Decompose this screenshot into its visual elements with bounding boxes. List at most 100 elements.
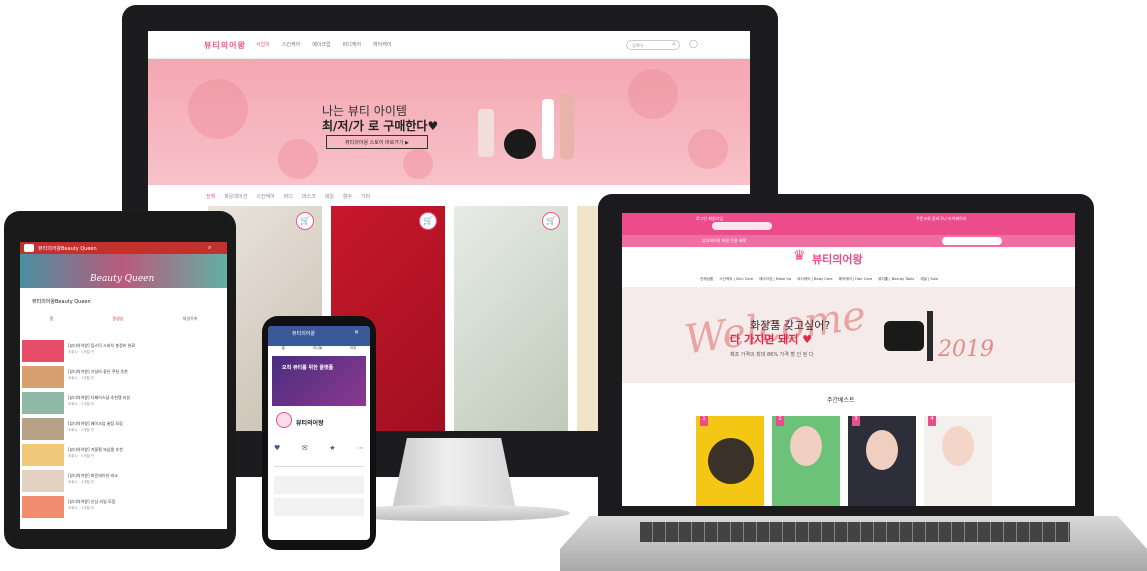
category-tab[interactable]: 네일 <box>325 193 334 200</box>
category-tab[interactable]: 바디 <box>284 193 293 200</box>
menu-item[interactable]: 세일 | Sale <box>920 277 938 282</box>
youtube-logo-icon[interactable] <box>24 244 34 252</box>
rank-badge: 2 <box>776 416 784 426</box>
laptop-topbar: 로그인 회원가입 주문조회 장바구니 마이페이지 <box>622 213 1075 235</box>
hero-banner: 나는 뷰티 아이템 최/저/가 로 구매한다♥ 뷰티의어왕 스토어 바로가기 ▶ <box>148 59 750 185</box>
site-logo[interactable]: 뷰티의어왕 <box>204 40 246 51</box>
video-title[interactable]: [뷰티의어왕] 신상 리뷰 모음 <box>68 499 115 505</box>
store-link-button[interactable]: 뷰티의어왕 스토어 바로가기 ▶ <box>326 135 428 149</box>
video-row[interactable]: [뷰티의어왕] 신상 리뷰 모음 조회수 · 4개월 전 <box>22 496 225 518</box>
promo-pill[interactable] <box>712 222 772 230</box>
video-title[interactable]: [뷰티의어왕] 더페이스샵 추천템 리뷰 <box>68 395 130 401</box>
video-thumbnail[interactable] <box>22 366 64 388</box>
search-icon[interactable]: ⌕ <box>672 40 676 49</box>
account-links[interactable]: 주문조회 장바구니 마이페이지 <box>916 216 966 222</box>
facebook-header: 뷰티의어왕 ✕ <box>268 326 370 346</box>
video-thumbnail[interactable] <box>22 340 64 362</box>
product-card[interactable]: 🛒 <box>454 206 568 431</box>
menu-item[interactable]: 바디케어 <box>343 41 361 48</box>
video-title[interactable]: [뷰티의어왕] 가성비 좋은 쿠션 추천 <box>68 369 128 375</box>
mascara-product <box>927 311 933 361</box>
menu-item[interactable]: 뷰티툴 | Beauty Tools <box>878 277 914 282</box>
cushion-compact <box>504 129 536 159</box>
video-row[interactable]: [뷰티의어왕] 더페이스샵 추천템 리뷰 조회수 · 2개월 전 <box>22 392 225 414</box>
menu-item[interactable]: 사업자 <box>256 41 270 48</box>
cart-icon[interactable]: 🛒 <box>296 212 314 230</box>
menu-item[interactable]: 헤어케어 | Hair Care <box>839 277 873 282</box>
decor-circle <box>188 79 248 139</box>
video-title[interactable]: [뷰티의어왕] 메이크업 꿀팁 모음 <box>68 421 123 427</box>
video-row[interactable]: [뷰티의어왕] 메이크업 꿀팁 모음 조회수 · 2개월 전 <box>22 418 225 440</box>
video-thumbnail[interactable] <box>22 444 64 466</box>
video-meta: 조회수 · 3개월 전 <box>68 480 94 484</box>
menu-item[interactable]: 헤어케어 <box>373 41 391 48</box>
category-tab[interactable]: 기타 <box>361 193 370 200</box>
video-thumbnail[interactable] <box>22 392 64 414</box>
tab-home[interactable]: 홈 <box>282 346 285 354</box>
cover-image: 오직 뷰티를 위한 플랫폼 <box>272 356 366 406</box>
welcome-banner: Welcome 화장품 갖고싶어? 다 가지면 돼지 ♥ 제조 가격의 최대 8… <box>622 287 1075 383</box>
category-tab[interactable]: 마스크 <box>302 193 316 200</box>
post-preview[interactable] <box>274 476 364 494</box>
search-input[interactable] <box>942 237 1002 245</box>
video-row[interactable]: [뷰티의어왕] 가성비 좋은 쿠션 추천 조회수 · 1개월 전 <box>22 366 225 388</box>
video-row[interactable]: [뷰티의어왕] 파운데이션 비교 조회수 · 3개월 전 <box>22 470 225 492</box>
like-icon[interactable]: ♥ <box>274 444 280 452</box>
banner-title: Beauty Queen <box>90 274 155 284</box>
menu-item[interactable]: 스킨케어 <box>282 41 300 48</box>
star-icon[interactable]: ★ <box>329 444 335 452</box>
video-title[interactable]: [뷰티의어왕] 립스틱 스와치 총정리 완료 <box>68 343 135 349</box>
laptop-menu: 전체상품 스킨케어 | Skin Care 메이크업 | Make Up 바디케… <box>700 277 938 282</box>
best-product-card[interactable]: 3 <box>848 416 916 506</box>
video-meta: 조회수 · 2개월 전 <box>68 402 94 406</box>
menu-item[interactable]: 메이크업 | Make Up <box>759 277 791 282</box>
menu-item[interactable]: 메이크업 <box>312 41 330 48</box>
tab-videos[interactable]: 동영상 <box>112 316 123 324</box>
facebook-page: 뷰티의어왕 ✕ 홈 게시물 리뷰 오직 뷰티를 위한 플랫폼 뷰티의어왕 ♥ ✉… <box>268 326 370 540</box>
close-icon[interactable]: ✕ <box>354 329 359 336</box>
category-tab[interactable]: 향수 <box>343 193 352 200</box>
page-title: 뷰티의어왕 <box>292 331 316 337</box>
banner-caption: 제조 가격의 최대 86% 가격 할 인 된 다 <box>730 352 814 358</box>
best-product-card[interactable]: 1 <box>696 416 764 506</box>
user-icon[interactable]: ◯ <box>689 39 698 48</box>
video-thumbnail[interactable] <box>22 470 64 492</box>
model-face <box>866 430 898 470</box>
tab-playlists[interactable]: 재생목록 <box>183 316 198 324</box>
cover-text: 오직 뷰티를 위한 플랫폼 <box>282 365 334 371</box>
more-icon[interactable]: ⋯ <box>357 444 364 452</box>
avatar[interactable] <box>276 412 292 428</box>
menu-item[interactable]: 바디케어 | Body Care <box>797 277 832 282</box>
cart-icon[interactable]: 🛒 <box>542 212 560 230</box>
video-row[interactable]: [뷰티의어왕] 립스틱 스와치 총정리 완료 조회수 · 1개월 전 <box>22 340 225 362</box>
weekly-best-title: 주간베스트 <box>827 397 855 404</box>
category-tab[interactable]: 전체 <box>206 193 215 200</box>
tab-reviews[interactable]: 리뷰 <box>350 346 356 354</box>
laptop-website: 로그인 회원가입 주문조회 장바구니 마이페이지 뷰티의어왕 회원 전용 혜택 … <box>622 213 1075 506</box>
video-row[interactable]: [뷰티의어왕] 겨울철 보습템 추천 조회수 · 3개월 전 <box>22 444 225 466</box>
category-tab[interactable]: 파운데이션 <box>224 193 247 200</box>
video-title[interactable]: [뷰티의어왕] 겨울철 보습템 추천 <box>68 447 123 453</box>
imac-stand <box>392 438 516 510</box>
tab-posts[interactable]: 게시물 <box>313 346 323 354</box>
laptop-logo[interactable]: 뷰티의어왕 <box>812 251 863 267</box>
video-thumbnail[interactable] <box>22 496 64 518</box>
post-preview[interactable] <box>274 498 364 516</box>
tab-home[interactable]: 홈 <box>50 316 54 324</box>
menu-item[interactable]: 스킨케어 | Skin Care <box>719 277 753 282</box>
banner-subheadline: 다 가지면 돼지 ♥ <box>730 333 813 346</box>
cushion-image <box>708 438 754 484</box>
search-icon[interactable]: ⌕ <box>208 244 211 252</box>
cart-icon[interactable]: 🛒 <box>419 212 437 230</box>
video-title[interactable]: [뷰티의어왕] 파운데이션 비교 <box>68 473 118 479</box>
menu-item[interactable]: 전체상품 <box>700 277 713 282</box>
video-thumbnail[interactable] <box>22 418 64 440</box>
best-product-card[interactable]: 2 <box>772 416 840 506</box>
category-tab[interactable]: 스킨케어 <box>256 193 274 200</box>
message-icon[interactable]: ✉ <box>302 444 308 452</box>
product-bottle <box>560 93 574 159</box>
decor-circle <box>688 129 728 169</box>
best-product-card[interactable]: 4 <box>924 416 992 506</box>
app-title: 뷰티의어왕Beauty Queen <box>38 246 97 252</box>
rank-badge: 1 <box>700 416 708 426</box>
